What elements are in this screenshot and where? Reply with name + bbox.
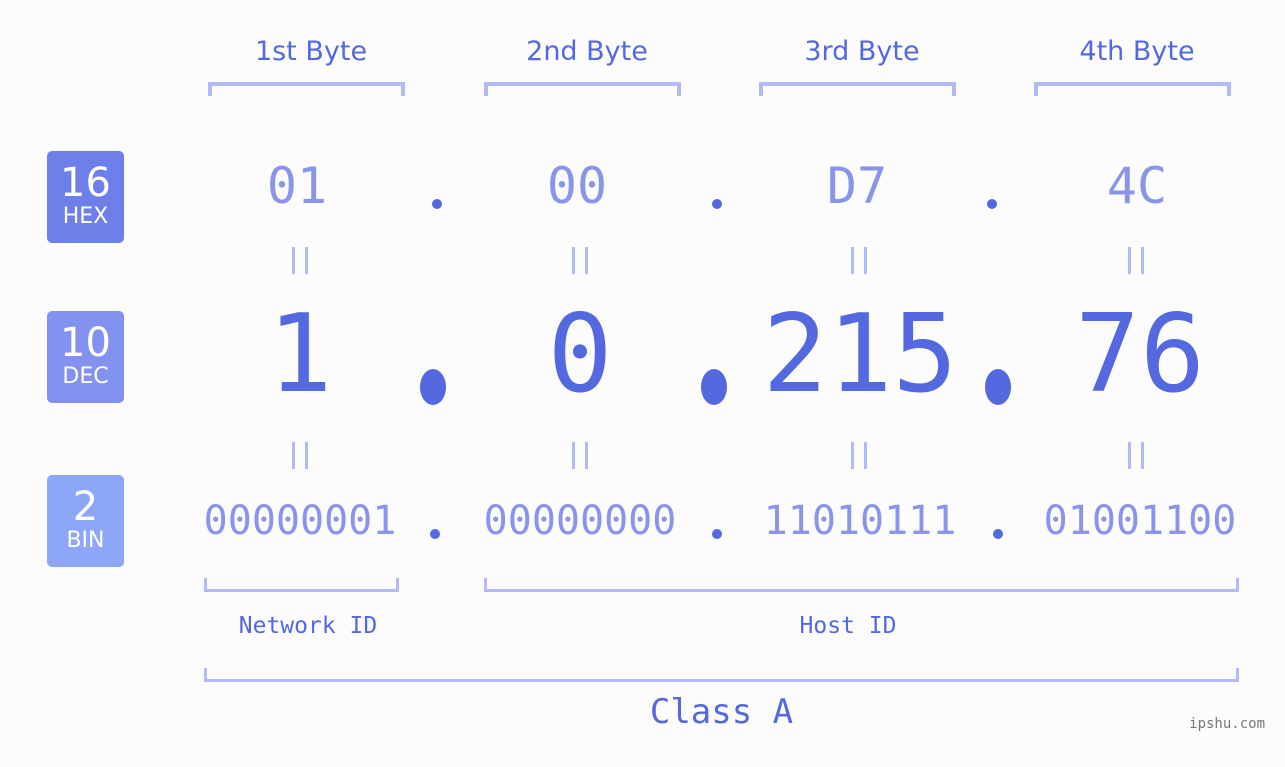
equals-icon — [1128, 442, 1144, 469]
bin-byte-2: 00000000 — [483, 498, 677, 544]
hex-byte-1: 01 — [266, 157, 328, 215]
bin-dot-1 — [430, 529, 440, 539]
bin-label: BIN — [66, 528, 105, 553]
equals-icon — [572, 442, 588, 469]
dec-byte-4: 76 — [1074, 292, 1206, 417]
equals-icon — [572, 247, 588, 274]
equals-icon — [292, 247, 308, 274]
dec-byte-2: 0 — [547, 292, 613, 417]
hex-label: HEX — [62, 204, 109, 229]
byte-header-3: 3rd Byte — [804, 36, 920, 67]
dec-dot-1 — [420, 369, 446, 405]
equals-icon — [292, 442, 308, 469]
hex-base: 16 — [60, 160, 111, 206]
hex-byte-4: 4C — [1106, 157, 1168, 215]
equals-icon — [851, 247, 867, 274]
bin-byte-1: 00000001 — [203, 498, 397, 544]
byte-bracket-1 — [208, 82, 405, 96]
bin-base: 2 — [72, 484, 99, 530]
bin-byte-3: 11010111 — [763, 498, 957, 544]
network-id-label: Network ID — [238, 613, 378, 639]
byte-bracket-2 — [484, 82, 681, 96]
dec-label: DEC — [62, 364, 109, 389]
equals-icon — [1128, 247, 1144, 274]
equals-icon — [851, 442, 867, 469]
bin-byte-4: 01001100 — [1043, 498, 1237, 544]
bin-dot-2 — [712, 529, 722, 539]
dec-badge: 10 DEC — [47, 311, 124, 403]
byte-header-1: 1st Byte — [254, 36, 368, 67]
host-id-bracket — [484, 578, 1239, 592]
dec-base: 10 — [60, 320, 111, 366]
byte-bracket-3 — [759, 82, 956, 96]
byte-bracket-4 — [1034, 82, 1231, 96]
hex-dot-3 — [987, 199, 997, 209]
hex-badge: 16 HEX — [47, 151, 124, 243]
network-id-bracket — [204, 578, 399, 592]
byte-header-4: 4th Byte — [1079, 36, 1195, 67]
bin-dot-3 — [993, 529, 1003, 539]
class-label: Class A — [649, 692, 794, 732]
dec-dot-3 — [985, 369, 1011, 405]
hex-byte-2: 00 — [546, 157, 608, 215]
bin-badge: 2 BIN — [47, 475, 124, 567]
dec-dot-2 — [701, 369, 727, 405]
host-id-label: Host ID — [799, 613, 897, 639]
dec-byte-1: 1 — [267, 292, 333, 417]
hex-dot-2 — [712, 199, 722, 209]
watermark: ipshu.com — [1189, 716, 1265, 732]
class-bracket — [204, 668, 1239, 682]
hex-dot-1 — [432, 199, 442, 209]
byte-header-2: 2nd Byte — [526, 36, 648, 67]
hex-byte-3: D7 — [826, 157, 888, 215]
dec-byte-3: 215 — [762, 292, 958, 417]
